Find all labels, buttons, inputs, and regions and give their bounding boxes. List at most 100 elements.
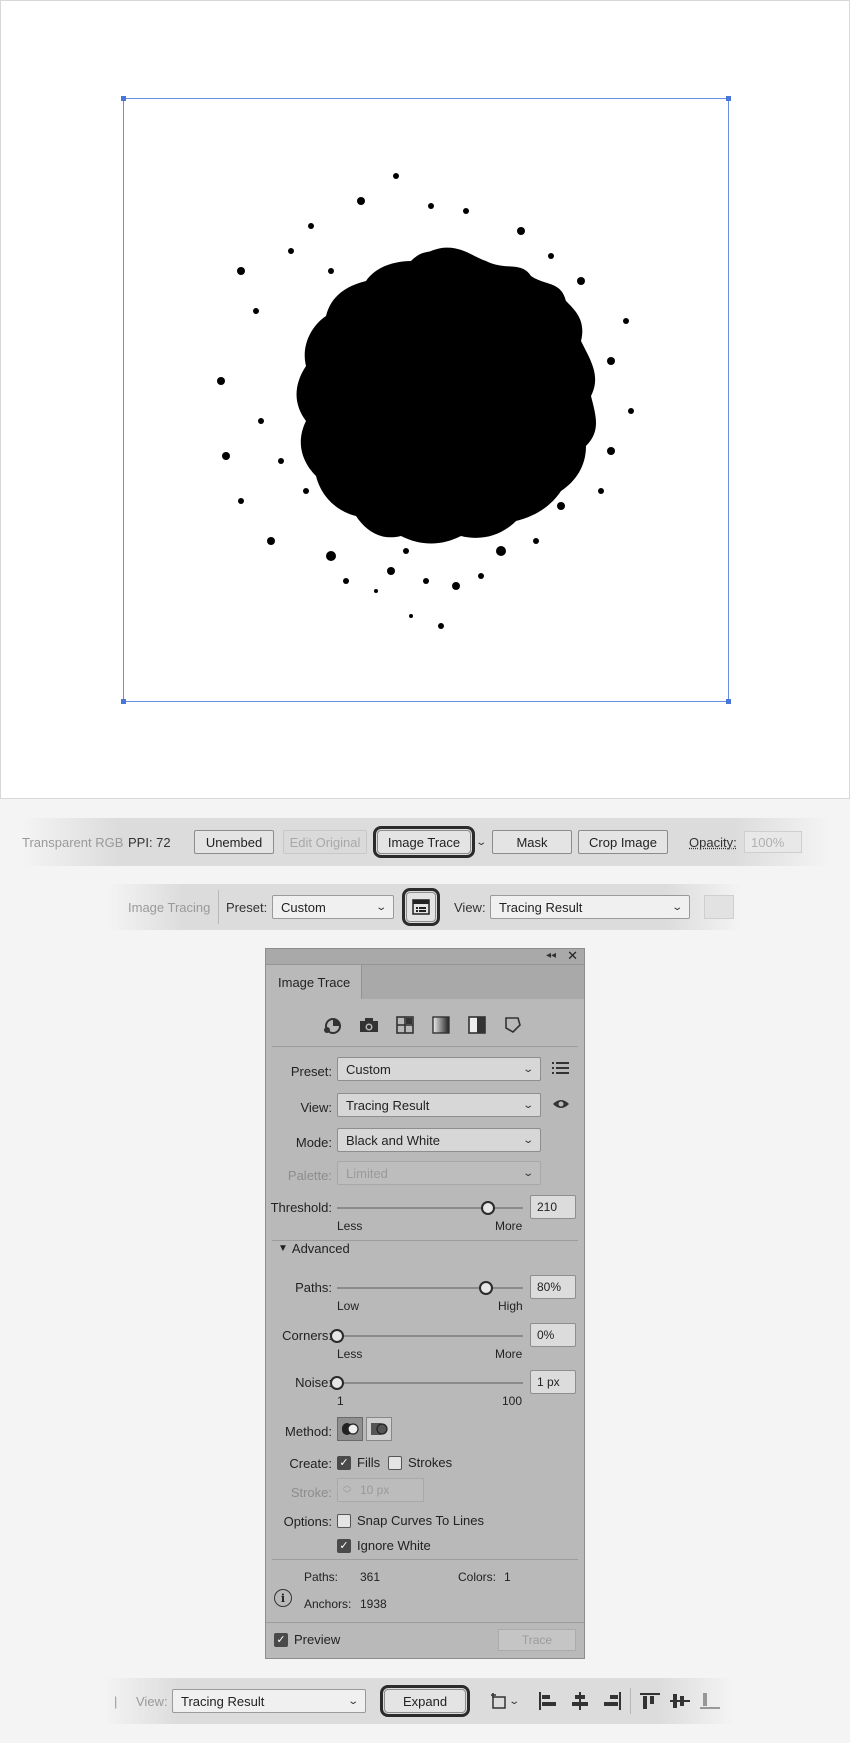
info-colors-label: Colors: [458,1570,497,1584]
preview-checkbox[interactable]: ✓ [274,1632,288,1647]
align-center-icon[interactable] [570,1692,590,1713]
panel-preset-select[interactable]: Custom ⌄ [337,1057,541,1081]
noise-slider[interactable] [330,1376,523,1390]
stroke-stepper: ︿ ﹀ 10 px [337,1478,424,1502]
paths-slider[interactable] [337,1281,523,1295]
noise-row-label: Noise: [295,1375,332,1390]
palette-row-label: Palette: [287,1168,332,1183]
color-mode-label: Transparent RGB [22,834,124,850]
noise-min-label: 1 [337,1394,344,1408]
view-row-label: View: [300,1100,332,1115]
auto-color-icon[interactable] [321,1013,345,1037]
paths-slider-knob[interactable] [478,1281,493,1295]
chevron-down-icon: ⌄ [521,1063,534,1075]
fills-checkbox-row[interactable]: ✓ Fills [337,1455,380,1470]
grid-colors-icon[interactable] [393,1013,417,1037]
ignore-white-checkbox[interactable]: ✓ [337,1538,351,1553]
method-abutting-button[interactable] [337,1417,363,1441]
threshold-slider[interactable] [337,1201,523,1215]
edit-original-button: Edit Original [283,830,367,854]
threshold-input[interactable]: 210 [530,1195,576,1219]
tab-image-trace[interactable]: Image Trace [266,965,362,999]
preset-select-value: Custom [281,899,326,915]
grayscale-icon[interactable] [429,1013,453,1037]
selection-handle-tr[interactable] [726,96,731,101]
ignore-white-checkbox-row[interactable]: ✓ Ignore White [337,1538,431,1553]
preset-options-list-icon[interactable] [552,1061,570,1077]
eye-icon[interactable] [552,1098,570,1112]
selection-handle-br[interactable] [726,699,731,704]
snap-curves-checkbox-row[interactable]: Snap Curves To Lines [337,1513,484,1528]
paths-high-label: High [498,1299,523,1313]
panel-mode-select[interactable]: Black and White ⌄ [337,1128,541,1152]
opacity-input[interactable]: 100% [744,831,802,853]
expand-button[interactable]: Expand [380,1685,470,1717]
paths-input[interactable]: 80% [530,1275,576,1299]
unembed-button[interactable]: Unembed [194,830,274,854]
chevron-down-icon: ⌄ [670,901,683,913]
expand-view-label: View: [136,1693,168,1709]
mode-row-label: Mode: [295,1135,332,1150]
splatter-dots [217,173,634,629]
close-icon[interactable]: ✕ [567,948,578,964]
threshold-slider-knob[interactable] [480,1201,495,1215]
strokes-checkbox-row[interactable]: Strokes [388,1455,452,1470]
panel-view-value: Tracing Result [346,1097,430,1113]
selection-handle-tl[interactable] [121,96,126,101]
paths-row-label: Paths: [295,1280,332,1295]
crop-image-button[interactable]: Crop Image [578,830,668,854]
trace-button: Trace [498,1629,576,1651]
advanced-label: Advanced [291,1241,350,1256]
image-trace-button[interactable]: Image Trace [373,826,475,858]
noise-slider-knob[interactable] [330,1376,344,1390]
corners-slider[interactable] [330,1329,523,1343]
info-colors-value: 1 [504,1570,511,1584]
align-middle-icon[interactable] [670,1692,690,1713]
image-trace-dropdown-icon[interactable]: ⌄ [475,837,487,848]
panel-titlebar[interactable]: ◂◂ ✕ [266,948,584,965]
panel-view-select[interactable]: Tracing Result ⌄ [337,1093,541,1117]
corners-less-label: Less [337,1347,363,1361]
image-trace-panel-button[interactable] [402,888,440,926]
align-bottom-icon[interactable] [700,1692,720,1713]
control-separator [630,1688,631,1714]
fills-label: Fills [357,1455,381,1470]
transform-icon[interactable]: ⌄ [490,1692,520,1710]
artboard-canvas[interactable] [0,0,850,799]
fills-checkbox[interactable]: ✓ [337,1455,351,1470]
expand-view-select[interactable]: Tracing Result ⌄ [172,1689,366,1713]
ppi-label: PPI: 72 [128,834,171,850]
advanced-disclosure[interactable]: ▼ Advanced [278,1241,350,1256]
image-trace-panel: ◂◂ ✕ Image Trace Preset: Custom ⌄ View: … [265,948,585,1659]
panel-palette-value: Limited [346,1165,388,1181]
align-left-icon[interactable] [538,1692,558,1713]
preset-select[interactable]: Custom ⌄ [272,895,394,919]
corners-slider-knob[interactable] [330,1329,344,1343]
view-select-value: Tracing Result [499,899,583,915]
panel-preset-value: Custom [346,1061,391,1077]
strokes-label: Strokes [408,1455,453,1470]
align-top-icon[interactable] [640,1692,660,1713]
strokes-checkbox[interactable] [388,1455,402,1470]
selection-handle-bl[interactable] [121,699,126,704]
info-anchors-value: 1938 [360,1597,387,1611]
camera-icon[interactable] [357,1013,381,1037]
preview-label: Preview [294,1632,341,1647]
control-bar-expand: | View: Tracing Result ⌄ Expand ⌄ [104,1678,734,1724]
corners-input[interactable]: 0% [530,1323,576,1347]
black-white-icon[interactable] [465,1013,489,1037]
snap-curves-checkbox[interactable] [337,1513,351,1528]
align-right-icon[interactable] [602,1692,622,1713]
control-separator [218,890,219,924]
collapse-panel-icon[interactable]: ◂◂ [546,950,556,961]
preview-checkbox-row[interactable]: ✓ Preview [274,1632,340,1647]
options-row-label: Options: [283,1514,332,1529]
outline-icon[interactable] [501,1013,525,1037]
disclosure-triangle-icon: ▼ [278,1243,288,1254]
noise-input[interactable]: 1 px [530,1370,576,1394]
create-row-label: Create: [289,1456,332,1471]
view-select[interactable]: Tracing Result ⌄ [490,895,690,919]
opacity-label[interactable]: Opacity: [689,835,737,850]
method-overlapping-button[interactable] [366,1417,392,1441]
mask-button[interactable]: Mask [492,830,572,854]
